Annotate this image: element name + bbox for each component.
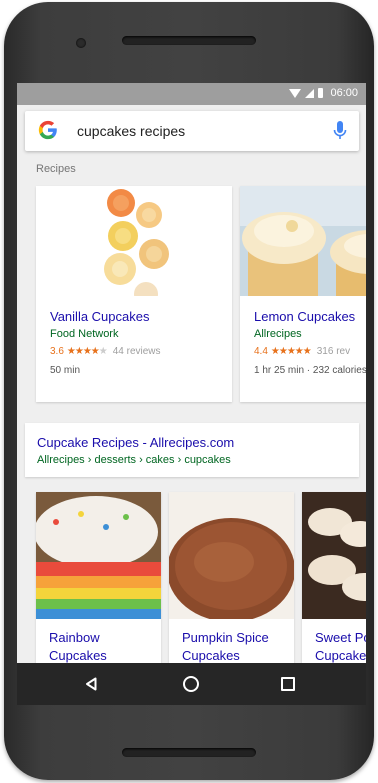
signal-icon bbox=[305, 88, 315, 98]
recipe-title[interactable]: Sweet Potato Cupcakes bbox=[315, 629, 366, 665]
recipe-image-carousel[interactable]: Rainbow Cupcakes Pumpkin Spice Cupcakes bbox=[36, 492, 366, 692]
recipe-source: Allrecipes bbox=[254, 328, 302, 340]
recents-icon[interactable] bbox=[281, 677, 295, 691]
microphone-icon[interactable] bbox=[333, 121, 347, 141]
recipe-image bbox=[169, 492, 294, 619]
rating-value: 3.6 bbox=[50, 346, 64, 357]
recipe-card[interactable]: Pumpkin Spice Cupcakes bbox=[169, 492, 294, 692]
search-input[interactable]: cupcakes recipes bbox=[77, 123, 185, 139]
android-navigation-bar bbox=[17, 663, 366, 705]
recipe-title[interactable]: Rainbow Cupcakes bbox=[49, 629, 154, 665]
wifi-icon bbox=[289, 88, 302, 98]
front-camera bbox=[76, 38, 86, 48]
search-result[interactable]: Cupcake Recipes - Allrecipes.com Allreci… bbox=[25, 423, 359, 477]
top-speaker bbox=[122, 36, 256, 45]
home-icon[interactable] bbox=[183, 676, 199, 692]
review-count: 44 reviews bbox=[112, 346, 161, 357]
star-rating-icon: ★★★★★ bbox=[66, 346, 108, 357]
status-bar: 06:00 bbox=[17, 83, 366, 105]
recipe-image bbox=[240, 186, 366, 296]
recipe-title[interactable]: Lemon Cupcakes bbox=[254, 309, 355, 324]
recipes-section-label: Recipes bbox=[36, 163, 76, 175]
phone-screen: 06:00 cupcakes recipes Recipes Vanilla C… bbox=[17, 83, 366, 705]
search-bar[interactable]: cupcakes recipes bbox=[25, 111, 359, 151]
recipe-meta: 50 min bbox=[50, 365, 81, 376]
recipe-card[interactable]: Sweet Potato Cupcakes bbox=[302, 492, 366, 692]
result-url: Allrecipes › desserts › cakes › cupcakes bbox=[37, 454, 231, 466]
recipe-rating: 4.4 ★★★★★ 316 rev bbox=[254, 346, 350, 357]
battery-icon bbox=[318, 88, 324, 98]
recipe-title[interactable]: Vanilla Cupcakes bbox=[50, 309, 149, 324]
recipe-image bbox=[302, 492, 366, 619]
rating-value: 4.4 bbox=[254, 346, 268, 357]
back-icon[interactable] bbox=[85, 677, 97, 691]
recipe-card[interactable]: Lemon Cupcakes Allrecipes 4.4 ★★★★★ 316 … bbox=[240, 186, 366, 402]
review-count: 316 rev bbox=[316, 346, 351, 357]
google-logo-icon bbox=[38, 120, 57, 140]
bottom-speaker bbox=[122, 748, 256, 757]
recipe-source: Food Network bbox=[50, 328, 119, 340]
star-rating-icon: ★★★★★ bbox=[270, 346, 312, 357]
recipes-carousel[interactable]: Vanilla Cupcakes Food Network 3.6 ★★★★★ … bbox=[36, 186, 366, 402]
recipe-card[interactable]: Vanilla Cupcakes Food Network 3.6 ★★★★★ … bbox=[36, 186, 232, 402]
recipe-card[interactable]: Rainbow Cupcakes bbox=[36, 492, 161, 692]
recipe-meta: 1 hr 25 min · 232 calories bbox=[254, 365, 366, 376]
recipe-rating: 3.6 ★★★★★ 44 reviews bbox=[50, 346, 161, 357]
status-time: 06:00 bbox=[330, 87, 358, 99]
result-title[interactable]: Cupcake Recipes - Allrecipes.com bbox=[37, 435, 234, 450]
recipe-title[interactable]: Pumpkin Spice Cupcakes bbox=[182, 629, 287, 665]
recipe-image bbox=[36, 186, 232, 296]
recipe-image bbox=[36, 492, 161, 619]
